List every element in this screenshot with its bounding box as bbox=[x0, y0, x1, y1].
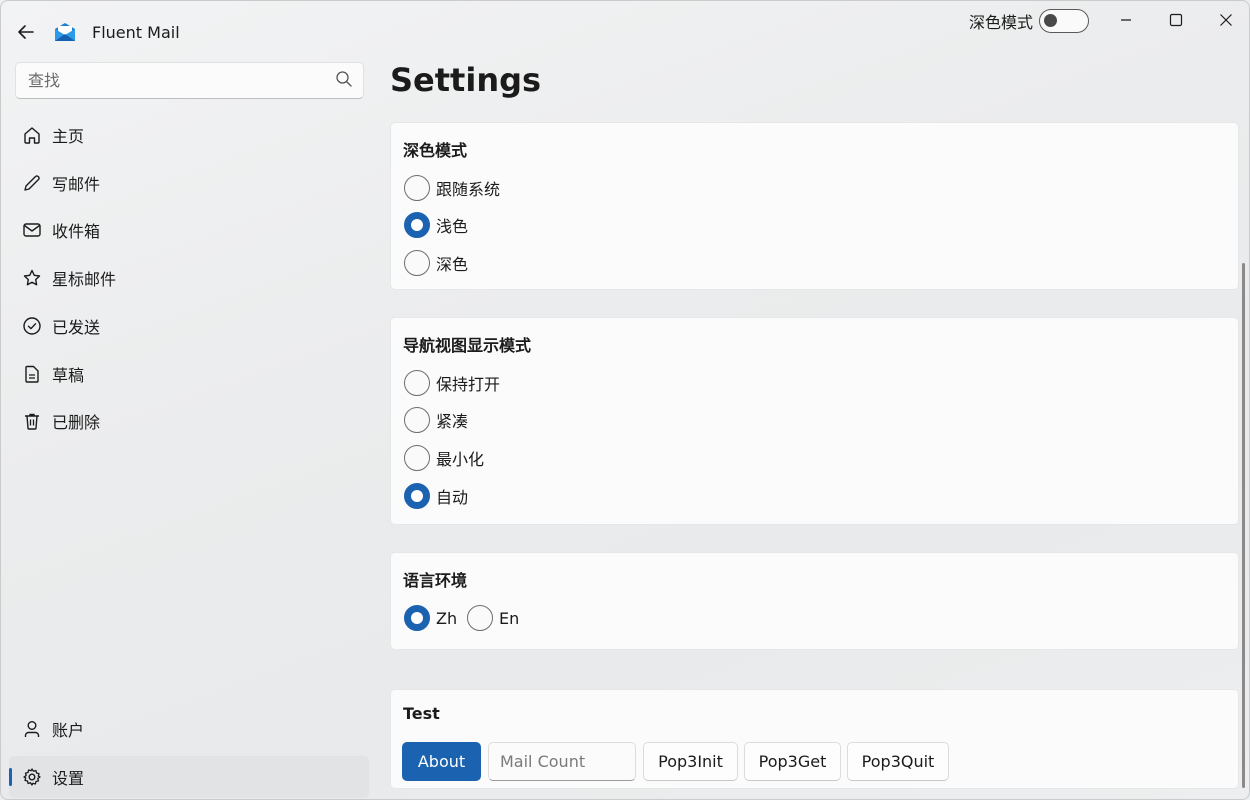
radio-label: 紧凑 bbox=[436, 412, 469, 431]
radio-circle bbox=[404, 445, 430, 471]
radio-label: Zh bbox=[436, 608, 458, 628]
sidebar-item-home[interactable]: 主页 bbox=[9, 114, 369, 156]
star-icon bbox=[21, 267, 43, 289]
radio-dark[interactable]: 深色 bbox=[404, 250, 468, 276]
radio-en[interactable]: En bbox=[467, 605, 519, 631]
pop3init-button[interactable]: Pop3Init bbox=[643, 742, 738, 781]
radio-label: 浅色 bbox=[436, 217, 469, 236]
radio-keep-open[interactable]: 保持打开 bbox=[404, 370, 500, 396]
about-button[interactable]: About bbox=[402, 742, 481, 781]
sidebar-item-sent[interactable]: 已发送 bbox=[9, 305, 369, 347]
sidebar-item-drafts[interactable]: 草稿 bbox=[9, 353, 369, 395]
page-title: Settings bbox=[390, 61, 542, 99]
radio-circle bbox=[404, 250, 430, 276]
theme-mode-card: 深色模式 跟随系统 浅色 深色 bbox=[390, 122, 1239, 290]
mail-count-input[interactable] bbox=[488, 742, 636, 781]
toggle-knob bbox=[1044, 14, 1058, 27]
mail-icon bbox=[21, 219, 43, 241]
trash-icon bbox=[21, 410, 43, 432]
close-button[interactable] bbox=[1206, 7, 1246, 33]
person-icon bbox=[21, 718, 43, 740]
scrollbar[interactable] bbox=[1242, 263, 1245, 788]
pop3get-button[interactable]: Pop3Get bbox=[744, 742, 841, 781]
search-box bbox=[15, 62, 364, 99]
home-icon bbox=[21, 124, 43, 146]
gear-icon bbox=[21, 766, 43, 788]
radio-minimal[interactable]: 最小化 bbox=[404, 445, 484, 471]
sidebar-item-compose[interactable]: 写邮件 bbox=[9, 162, 369, 204]
radio-circle bbox=[404, 483, 430, 509]
radio-circle bbox=[404, 407, 430, 433]
language-card: 语言环境 Zh En bbox=[390, 552, 1239, 650]
radio-circle bbox=[404, 370, 430, 396]
arrow-left-icon bbox=[18, 25, 34, 39]
radio-circle bbox=[404, 605, 430, 631]
app-title: Fluent Mail bbox=[92, 23, 180, 42]
sidebar-item-label: 已删除 bbox=[52, 413, 101, 432]
dark-mode-toggle[interactable] bbox=[1039, 9, 1090, 33]
sidebar-item-label: 主页 bbox=[52, 127, 85, 146]
radio-zh[interactable]: Zh bbox=[404, 605, 457, 631]
radio-label: 保持打开 bbox=[436, 375, 501, 394]
card-title: 深色模式 bbox=[403, 141, 468, 160]
radio-label: 最小化 bbox=[436, 450, 485, 469]
sidebar-item-inbox[interactable]: 收件箱 bbox=[9, 209, 369, 251]
selection-indicator bbox=[9, 768, 12, 786]
document-icon bbox=[21, 363, 43, 385]
card-title: 语言环境 bbox=[403, 571, 468, 590]
radio-follow-system[interactable]: 跟随系统 bbox=[404, 175, 500, 201]
app-window: Fluent Mail 深色模式 主页 写邮件 收件箱 bbox=[0, 0, 1250, 800]
maximize-icon bbox=[1169, 13, 1183, 27]
radio-circle bbox=[467, 605, 493, 631]
sidebar-item-label: 收件箱 bbox=[52, 222, 101, 241]
sidebar-item-account[interactable]: 账户 bbox=[9, 708, 369, 750]
search-input[interactable] bbox=[28, 71, 328, 90]
minimize-icon bbox=[1121, 19, 1131, 21]
sidebar-item-label: 设置 bbox=[52, 769, 85, 788]
sidebar-item-label: 写邮件 bbox=[52, 175, 101, 194]
pencil-icon bbox=[21, 172, 43, 194]
search-icon[interactable] bbox=[335, 70, 353, 92]
sidebar-item-deleted[interactable]: 已删除 bbox=[9, 400, 369, 442]
radio-circle bbox=[404, 175, 430, 201]
theme-toggle-label: 深色模式 bbox=[969, 13, 1034, 32]
card-title: 导航视图显示模式 bbox=[403, 336, 532, 355]
pop3quit-button[interactable]: Pop3Quit bbox=[847, 742, 949, 781]
sidebar-item-label: 账户 bbox=[52, 721, 85, 740]
sidebar-item-starred[interactable]: 星标邮件 bbox=[9, 257, 369, 299]
sidebar-item-label: 星标邮件 bbox=[52, 270, 117, 289]
radio-auto[interactable]: 自动 bbox=[404, 483, 468, 509]
radio-label: 跟随系统 bbox=[436, 180, 501, 199]
close-icon bbox=[1220, 14, 1232, 26]
radio-light[interactable]: 浅色 bbox=[404, 212, 468, 238]
radio-label: 自动 bbox=[436, 488, 469, 507]
radio-label: En bbox=[499, 608, 520, 628]
check-circle-icon bbox=[21, 315, 43, 337]
theme-toggle-group: 深色模式 bbox=[969, 9, 1090, 33]
back-button[interactable] bbox=[11, 17, 41, 47]
sidebar-item-settings[interactable]: 设置 bbox=[9, 756, 369, 798]
sidebar-item-label: 草稿 bbox=[52, 366, 85, 385]
maximize-button[interactable] bbox=[1156, 7, 1196, 33]
app-logo-icon bbox=[53, 20, 77, 44]
radio-compact[interactable]: 紧凑 bbox=[404, 407, 468, 433]
minimize-button[interactable] bbox=[1106, 7, 1146, 33]
nav-display-mode-card: 导航视图显示模式 保持打开 紧凑 最小化 自动 bbox=[390, 317, 1239, 525]
radio-circle bbox=[404, 212, 430, 238]
radio-label: 深色 bbox=[436, 255, 469, 274]
sidebar-item-label: 已发送 bbox=[52, 318, 101, 337]
card-title: Test bbox=[403, 704, 440, 723]
